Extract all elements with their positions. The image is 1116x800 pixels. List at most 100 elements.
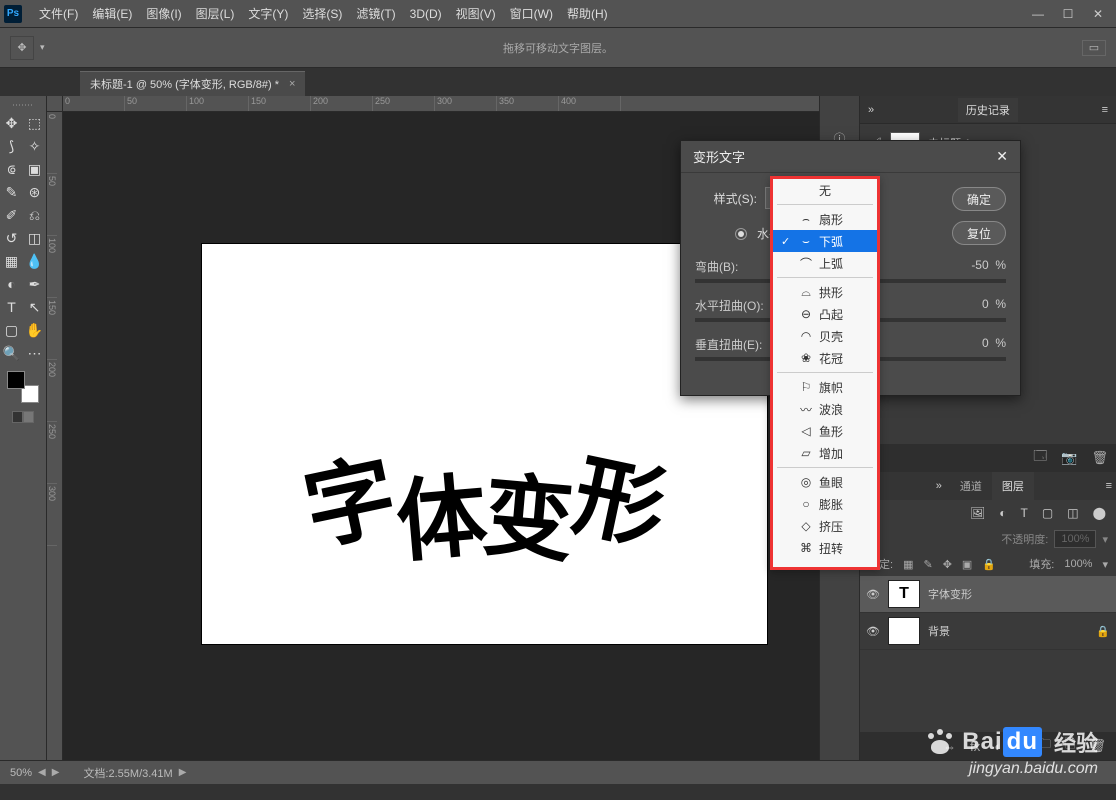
shape-tool[interactable]: ▢ (1, 319, 23, 341)
dd-item-squeeze[interactable]: ◇挤压 (773, 515, 877, 537)
frame-tool[interactable]: ▣ (24, 158, 46, 180)
link-icon[interactable]: ⇔ (943, 739, 956, 754)
dd-item-lower-arc[interactable]: ✓⌣下弧 (773, 230, 877, 252)
layer-visibility-icon[interactable]: 👁 (866, 625, 880, 638)
history-tab[interactable]: 历史记录 (958, 98, 1018, 122)
new-snapshot-icon[interactable]: 🗔 (1033, 447, 1047, 469)
dd-item-fish[interactable]: ◁鱼形 (773, 420, 877, 442)
channels-tab[interactable]: 通道 (950, 472, 992, 500)
panel-toggle[interactable]: ▭ (1082, 40, 1106, 56)
type-tool[interactable]: T (1, 296, 23, 318)
doc-info[interactable]: 文档:2.55M/3.41M ▶ (83, 765, 186, 781)
gradient-tool[interactable]: ▦ (1, 250, 23, 272)
menu-image[interactable]: 图像(I) (139, 5, 188, 22)
ok-button[interactable]: 确定 (952, 187, 1006, 211)
hdistort-value[interactable]: 0 (982, 297, 989, 311)
filter-type-icon[interactable]: T (1021, 506, 1028, 520)
opacity-dropdown-icon[interactable]: ▾ (1102, 533, 1108, 546)
lasso-tool[interactable]: ⟆ (1, 135, 23, 157)
dodge-tool[interactable]: ◐ (1, 273, 23, 295)
pen-tool[interactable]: ✒ (24, 273, 46, 295)
dd-item-twist[interactable]: ⌘扭转 (773, 537, 877, 559)
dd-item-shell-lower[interactable]: ◠贝壳 (773, 325, 877, 347)
fill-dropdown-icon[interactable]: ▾ (1102, 558, 1108, 571)
menu-type[interactable]: 文字(Y) (241, 5, 295, 22)
ellipsis-tool[interactable]: ⋯ (24, 342, 46, 364)
menu-filter[interactable]: 滤镜(T) (349, 5, 402, 22)
document-tab[interactable]: 未标题-1 @ 50% (字体变形, RGB/8#) * × (80, 71, 305, 96)
dd-item-upper-arc[interactable]: ⌒上弧 (773, 252, 877, 274)
menu-select[interactable]: 选择(S) (295, 5, 349, 22)
opacity-value[interactable]: 100% (1054, 530, 1096, 548)
marquee-tool[interactable]: ⬚ (24, 112, 46, 134)
lock-pixels-icon[interactable]: ▦ (903, 558, 913, 571)
layers-tab[interactable]: 图层 (992, 472, 1034, 500)
dd-item-inflate[interactable]: ○膨胀 (773, 493, 877, 515)
dd-item-rise[interactable]: ▱增加 (773, 442, 877, 464)
lock-all-icon[interactable]: 🔒 (982, 558, 996, 571)
chevron-right-icon[interactable]: ▶ (52, 767, 60, 778)
menu-3d[interactable]: 3D(D) (403, 7, 449, 21)
quickmask-toggle[interactable] (12, 411, 34, 423)
dd-item-flag[interactable]: ⚐旗帜 (773, 376, 877, 398)
brush-tool[interactable]: ✐ (1, 204, 23, 226)
menu-help[interactable]: 帮助(H) (560, 5, 615, 22)
eraser-tool[interactable]: ◫ (24, 227, 46, 249)
heal-tool[interactable]: ⊛ (24, 181, 46, 203)
delete-layer-icon[interactable]: 🗑 (1089, 738, 1106, 754)
reset-button[interactable]: 复位 (952, 221, 1006, 245)
filter-adjust-icon[interactable]: ◐ (999, 506, 1006, 520)
fill-value[interactable]: 100% (1064, 558, 1092, 570)
crop-tool[interactable]: ⟃ (1, 158, 23, 180)
filter-smart-icon[interactable]: ◫ (1067, 506, 1078, 520)
history-brush-tool[interactable]: ↺ (1, 227, 23, 249)
foreground-swatch[interactable] (7, 371, 25, 389)
lock-artboard-icon[interactable]: ▣ (962, 558, 972, 571)
zoom-level[interactable]: 50% ◀ ▶ (10, 767, 59, 779)
dd-item-arch[interactable]: ⌓拱形 (773, 281, 877, 303)
eyedropper-tool[interactable]: ✎ (1, 181, 23, 203)
layer-row-background[interactable]: 👁 背景 🔒 (860, 613, 1116, 650)
clone-tool[interactable]: ⎌ (24, 204, 46, 226)
filter-toggle-icon[interactable]: ⬤ (1093, 506, 1106, 520)
toolbox-grip[interactable] (8, 102, 38, 108)
menu-file[interactable]: 文件(F) (32, 5, 85, 22)
menu-window[interactable]: 窗口(W) (503, 5, 560, 22)
vdistort-value[interactable]: 0 (982, 336, 989, 350)
window-close[interactable]: ✕ (1084, 4, 1112, 24)
dd-item-wave[interactable]: 〰波浪 (773, 398, 877, 420)
dd-item-none[interactable]: 无 (773, 179, 877, 201)
dialog-titlebar[interactable]: 变形文字 ✕ (681, 141, 1020, 173)
group-icon[interactable]: 🗀 (1038, 735, 1051, 757)
canvas-text-layer[interactable]: 字 体 变 形 (305, 436, 665, 566)
close-tab-icon[interactable]: × (289, 78, 295, 90)
dialog-close-icon[interactable]: ✕ (996, 148, 1008, 165)
filter-shape-icon[interactable]: ▢ (1042, 506, 1053, 520)
layer-visibility-icon[interactable]: 👁 (866, 588, 880, 601)
trash-icon[interactable]: 🗑 (1091, 450, 1108, 466)
chevron-right-icon[interactable]: ▶ (179, 767, 187, 778)
move-tool[interactable]: ✥ (1, 112, 23, 134)
filter-image-icon[interactable]: 🖼 (970, 506, 985, 520)
lock-brush-icon[interactable]: ✎ (923, 558, 932, 571)
window-minimize[interactable]: — (1024, 4, 1052, 24)
menu-layer[interactable]: 图层(L) (189, 5, 242, 22)
panel-collapse-icon[interactable]: » (868, 104, 874, 116)
window-maximize[interactable]: ☐ (1054, 4, 1082, 24)
dropdown-icon[interactable]: ▾ (40, 42, 45, 53)
bend-value[interactable]: -50 (971, 258, 988, 272)
path-tool[interactable]: ↖ (24, 296, 46, 318)
mask-icon[interactable]: ◐ (994, 739, 1002, 754)
wand-tool[interactable]: ✧ (24, 135, 46, 157)
layers-menu-icon[interactable]: ≡ (1102, 476, 1116, 496)
fx-icon[interactable]: fx (970, 739, 980, 754)
dd-item-shell-upper[interactable]: ❀花冠 (773, 347, 877, 369)
dd-item-arc[interactable]: ⌢扇形 (773, 208, 877, 230)
chevron-left-icon[interactable]: ◀ (38, 767, 46, 778)
hand-tool[interactable]: ✋ (24, 319, 46, 341)
new-layer-icon[interactable]: 🗋 (1065, 735, 1075, 757)
horizontal-radio[interactable] (735, 228, 747, 240)
lock-move-icon[interactable]: ✥ (943, 558, 952, 571)
menu-view[interactable]: 视图(V) (449, 5, 503, 22)
layers-collapse-icon[interactable]: » (928, 476, 950, 496)
